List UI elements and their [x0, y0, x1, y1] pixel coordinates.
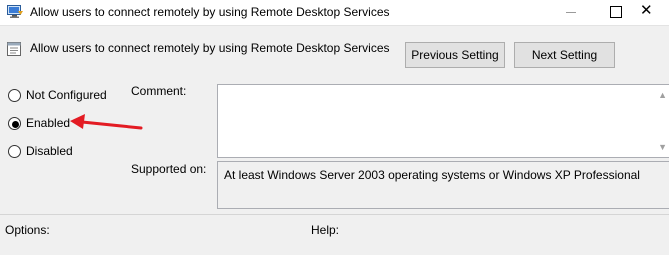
supported-on-value: At least Windows Server 2003 operating s… [224, 168, 640, 182]
title-bar: Allow users to connect remotely by using… [0, 0, 669, 26]
supported-on-box: At least Windows Server 2003 operating s… [217, 161, 669, 209]
radio-selected-dot [12, 121, 19, 128]
radio-label-disabled[interactable]: Disabled [26, 144, 73, 158]
scroll-up-arrow-icon[interactable]: ▲ [658, 90, 667, 100]
maximize-button[interactable] [592, 0, 638, 25]
close-button[interactable]: ✕ [636, 0, 669, 25]
policy-name: Allow users to connect remotely by using… [30, 41, 390, 55]
scroll-down-arrow-icon[interactable]: ▼ [658, 142, 667, 152]
red-arrow-annotation [70, 114, 143, 130]
minimize-button[interactable] [540, 0, 586, 25]
comment-textarea[interactable]: ▲ ▼ [217, 84, 669, 158]
radio-circle[interactable] [8, 89, 21, 102]
radio-circle[interactable] [8, 117, 21, 130]
radio-label-not-configured[interactable]: Not Configured [26, 88, 107, 102]
options-label: Options: [5, 223, 50, 237]
window-title: Allow users to connect remotely by using… [30, 5, 390, 19]
remote-desktop-policy-icon [7, 5, 23, 18]
radio-label-enabled[interactable]: Enabled [26, 116, 70, 130]
divider [0, 214, 669, 215]
next-setting-button[interactable]: Next Setting [514, 42, 615, 68]
close-icon: ✕ [640, 2, 653, 19]
supported-on-label: Supported on: [131, 162, 207, 176]
policy-setting-icon [7, 42, 21, 56]
help-label: Help: [311, 223, 340, 237]
comment-label: Comment: [131, 84, 187, 98]
radio-circle[interactable] [8, 145, 21, 158]
previous-setting-button[interactable]: Previous Setting [405, 42, 505, 68]
